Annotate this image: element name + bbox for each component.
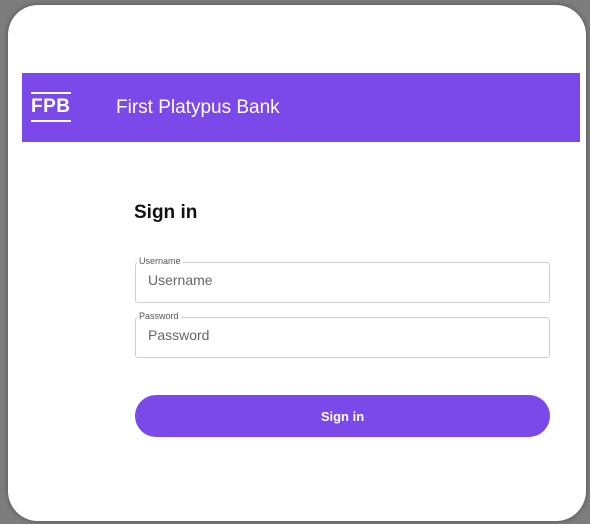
bank-logo: FPB [31,92,71,122]
password-field[interactable]: Password [135,311,550,358]
username-label: Username [137,256,183,267]
username-input[interactable] [148,272,538,288]
logo-underline [31,120,71,122]
page-title: Sign in [134,202,198,223]
bank-name: First Platypus Bank [116,97,280,118]
bank-header: FPB First Platypus Bank [22,73,580,142]
logo-text: FPB [31,96,71,117]
sign-in-button[interactable]: Sign in [135,395,550,437]
password-input[interactable] [148,327,538,343]
window-frame: FPB First Platypus Bank Sign in Username… [0,0,590,524]
login-card: FPB First Platypus Bank Sign in Username… [8,5,586,521]
username-field[interactable]: Username [135,256,550,303]
password-label: Password [137,311,181,322]
